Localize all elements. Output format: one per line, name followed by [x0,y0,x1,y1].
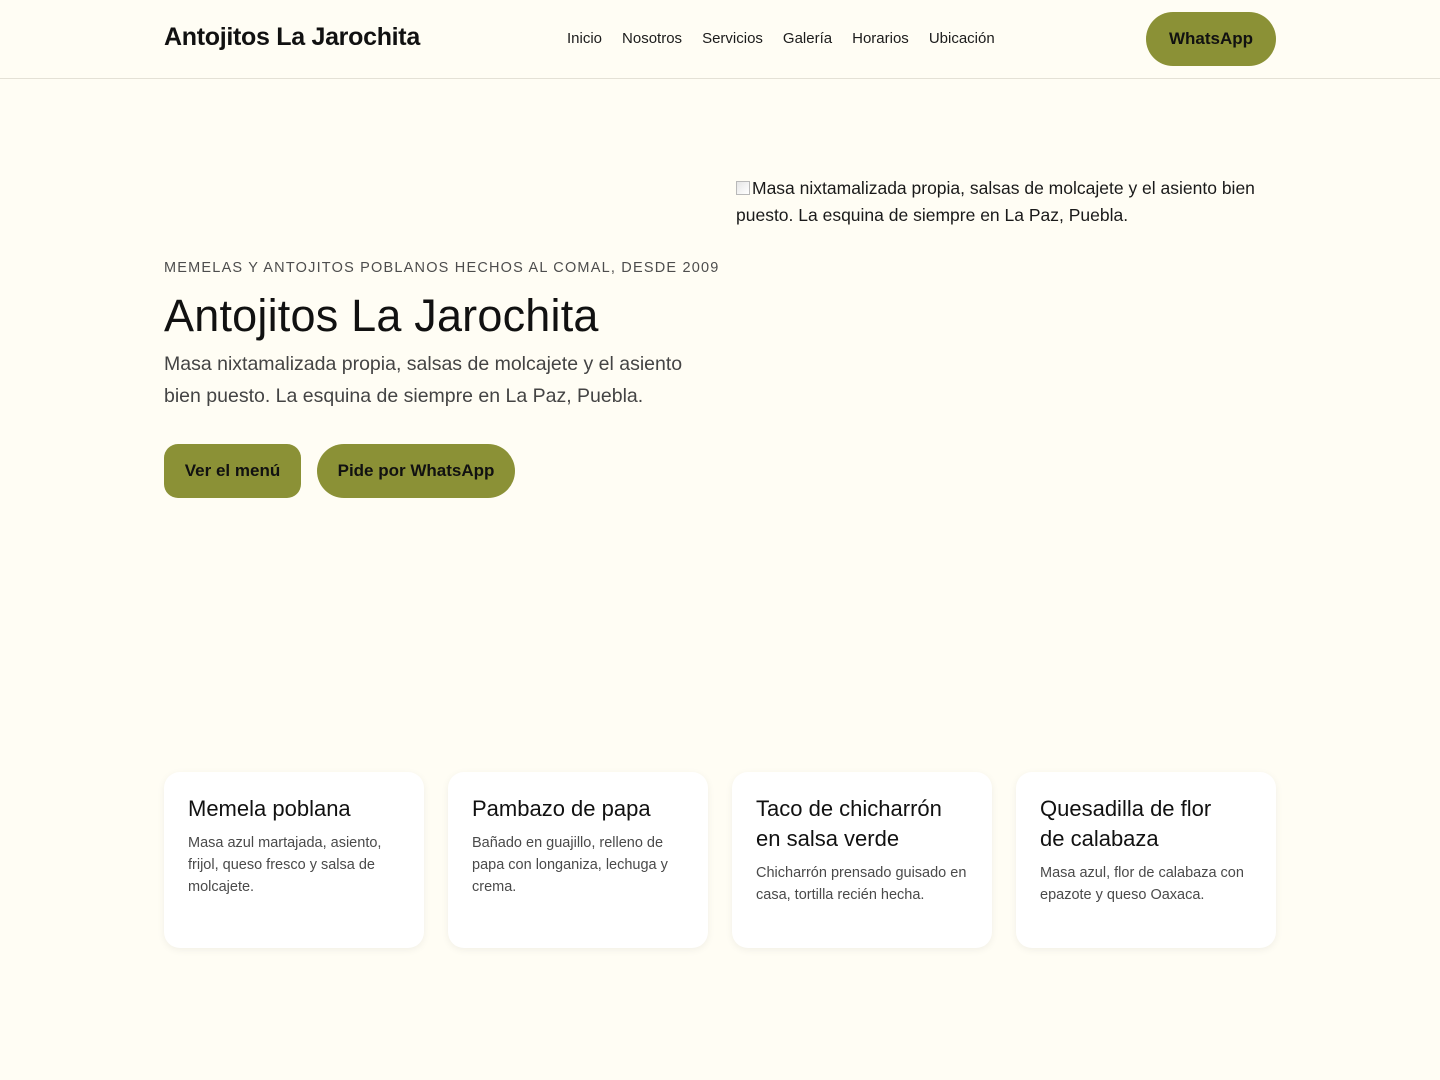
nav-link-servicios[interactable]: Servicios [702,30,763,47]
hero-actions: Ver el menú Pide por WhatsApp [164,444,724,498]
dish-card-description: Bañado en guajillo, relleno de papa con … [472,835,668,895]
dish-card-title: Pambazo de papa [472,796,651,821]
broken-image-icon [736,181,750,195]
nav-link-horarios[interactable]: Horarios [852,30,909,47]
hero-eyebrow: MEMELAS Y ANTOJITOS POBLANOS HECHOS AL C… [164,260,720,276]
hero-section: MEMELAS Y ANTOJITOS POBLANOS HECHOS AL C… [164,260,724,498]
hero-image-broken: Masa nixtamalizada propia, salsas de mol… [736,175,1276,229]
hero-image-alt-text: Masa nixtamalizada propia, salsas de mol… [736,178,1255,225]
dish-card-title: Memela poblana [188,796,351,821]
dish-card-title: Taco de chicharrón en salsa verde [756,796,942,851]
dish-card-description: Chicharrón prensado guisado en casa, tor… [756,865,967,903]
nav-link-galeria[interactable]: Galería [783,30,832,47]
site-header: Antojitos La Jarochita Inicio Nosotros S… [0,0,1440,79]
header-whatsapp-button[interactable]: WhatsApp [1146,12,1276,66]
nav-link-inicio[interactable]: Inicio [567,30,602,47]
dish-card: Pambazo de papa Bañado en guajillo, rell… [448,772,708,948]
dish-card-title: Quesadilla de flor de calabaza [1040,796,1212,851]
nav-link-ubicacion[interactable]: Ubicación [929,30,995,47]
hero-subtitle: Masa nixtamalizada propia, salsas de mol… [164,353,683,407]
featured-dishes: Memela poblana Masa azul martajada, asie… [164,772,1276,948]
dish-card-description: Masa azul, flor de calabaza con epazote … [1040,865,1244,903]
brand-logo-text[interactable]: Antojitos La Jarochita [164,23,420,52]
dish-card: Memela poblana Masa azul martajada, asie… [164,772,424,948]
view-menu-button[interactable]: Ver el menú [164,444,301,498]
main-nav: Inicio Nosotros Servicios Galería Horari… [567,30,995,47]
dish-card-description: Masa azul martajada, asiento, frijol, qu… [188,835,382,895]
dish-card: Taco de chicharrón en salsa verde Chicha… [732,772,992,948]
order-whatsapp-button[interactable]: Pide por WhatsApp [317,444,515,498]
hero-title: Antojitos La Jarochita [164,290,599,341]
nav-link-nosotros[interactable]: Nosotros [622,30,682,47]
dish-card: Quesadilla de flor de calabaza Masa azul… [1016,772,1276,948]
